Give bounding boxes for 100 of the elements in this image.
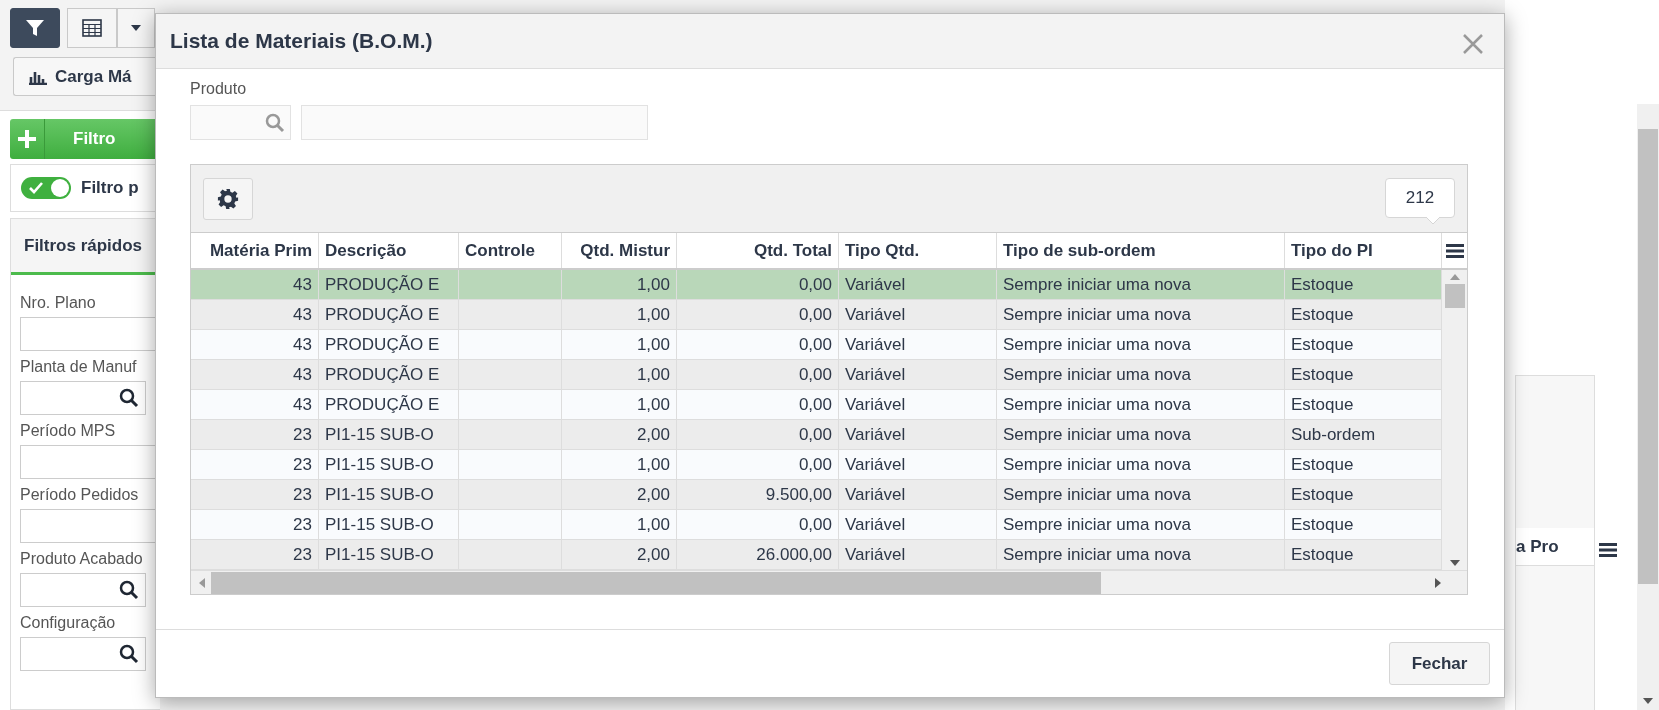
table-cell-text: Sempre iniciar uma nova <box>1003 513 1192 536</box>
table-cell-text: 0,00 <box>798 393 832 416</box>
table-cell-text: 2,00 <box>636 483 670 506</box>
menu-icon[interactable] <box>1445 242 1464 259</box>
table-cell-text: PI1-15 SUB-O <box>325 453 434 476</box>
table-cell-text: 23 <box>293 483 312 506</box>
table-cell-text: 23 <box>293 543 312 566</box>
scroll-right-icon[interactable] <box>1435 577 1441 588</box>
column-header[interactable]: Controle <box>459 233 562 268</box>
table-cell-text: 1,00 <box>636 393 670 416</box>
field-label: Nro. Plano <box>20 293 96 313</box>
table-cell-text: Variável <box>845 543 906 566</box>
input-field[interactable] <box>20 637 146 671</box>
table-cell-text: Estoque <box>1291 393 1354 416</box>
column-header[interactable]: Descrição <box>319 233 459 268</box>
table-cell-text: 2,00 <box>636 543 670 566</box>
field-label: Produto Acabado <box>20 549 143 569</box>
search-icon[interactable] <box>119 388 139 408</box>
table-row[interactable]: 43 PRODUÇÃO E 1,00 0,00 Variável Sempre iniciar uma nova Estoque <box>191 300 1442 330</box>
scroll-up-icon[interactable] <box>1449 274 1460 280</box>
field-label: Planta de Manuf <box>20 357 137 377</box>
table-cell-text: 9.500,00 <box>765 483 832 506</box>
field-label: Configuração <box>20 613 116 633</box>
column-header: a Pro <box>1516 535 1560 558</box>
scrollbar-thumb[interactable] <box>1444 284 1465 308</box>
table-cell-text: Estoque <box>1291 333 1354 356</box>
search-icon[interactable] <box>119 644 139 664</box>
table-cell-text: 1,00 <box>636 363 670 386</box>
table-cell-text: 2,00 <box>636 423 670 446</box>
column-header[interactable]: Qtd. Mistur <box>562 233 677 268</box>
table-cell-text: 43 <box>293 303 312 326</box>
table-cell-text: 0,00 <box>798 513 832 536</box>
table-cell-text: Variável <box>845 513 906 536</box>
filter-button[interactable] <box>10 8 60 48</box>
table-row[interactable]: 23 PI1-15 SUB-O 2,00 26.000,00 Variável Sempre iniciar uma nova Estoque <box>191 540 1442 570</box>
table-cell-text: Variável <box>845 273 906 296</box>
scroll-down-icon[interactable] <box>1643 698 1653 704</box>
table-row[interactable]: 23 PI1-15 SUB-O 1,00 0,00 Variável Sempre iniciar uma nova Estoque <box>191 510 1442 540</box>
table-cell-text: 0,00 <box>798 333 832 356</box>
column-header[interactable]: Tipo de sub-ordem <box>997 233 1285 268</box>
vertical-scrollbar[interactable] <box>1637 104 1659 710</box>
field-label: Produto <box>190 79 247 99</box>
table-cell-text: Sempre iniciar uma nova <box>1003 303 1192 326</box>
table-cell-text: Estoque <box>1291 483 1354 506</box>
table-cell-text: 1,00 <box>636 333 670 356</box>
close-icon <box>1462 33 1484 55</box>
product-name-field[interactable] <box>301 105 648 140</box>
settings-button[interactable] <box>203 177 253 220</box>
table-cell-text: PRODUÇÃO E <box>325 393 440 416</box>
scrollbar-thumb[interactable] <box>211 571 1101 594</box>
input-field[interactable] <box>20 381 146 415</box>
table-cell-text: 43 <box>293 363 312 386</box>
column-header[interactable]: Tipo Qtd. <box>839 233 997 268</box>
caret-icon <box>131 25 141 31</box>
product-code-field[interactable] <box>190 105 291 140</box>
table-cell-text: 0,00 <box>798 363 832 386</box>
table-cell-text: Sempre iniciar uma nova <box>1003 363 1192 386</box>
horizontal-scrollbar[interactable] <box>191 570 1467 594</box>
table-cell-text: PRODUÇÃO E <box>325 333 440 356</box>
table-cell-text: 26.000,00 <box>756 543 832 566</box>
scroll-left-icon[interactable] <box>199 577 205 588</box>
table-cell-text: 1,00 <box>636 273 670 296</box>
table-cell-text: Estoque <box>1291 363 1354 386</box>
table-cell-text: Sempre iniciar uma nova <box>1003 453 1192 476</box>
column-header[interactable]: Qtd. Total <box>677 233 839 268</box>
field-label: Período MPS <box>20 421 116 441</box>
table-row[interactable]: 23 PI1-15 SUB-O 1,00 0,00 Variável Sempre iniciar uma nova Estoque <box>191 450 1442 480</box>
table-cell-text: PI1-15 SUB-O <box>325 543 434 566</box>
table-row[interactable]: 23 PI1-15 SUB-O 2,00 9.500,00 Variável Sempre iniciar uma nova Estoque <box>191 480 1442 510</box>
scroll-down-icon[interactable] <box>1449 560 1460 566</box>
table-cell-text: 23 <box>293 423 312 446</box>
table-cell-text: Sempre iniciar uma nova <box>1003 483 1192 506</box>
table-button[interactable] <box>67 8 117 48</box>
input-field[interactable] <box>20 573 146 607</box>
search-icon[interactable] <box>119 580 139 600</box>
close-button[interactable]: Fechar <box>1389 642 1490 685</box>
table-row[interactable]: 43 PRODUÇÃO E 1,00 0,00 Variável Sempre iniciar uma nova Estoque <box>191 360 1442 390</box>
dialog-title: Lista de Materiais (B.O.M.) <box>170 28 433 54</box>
table-cell-text: PRODUÇÃO E <box>325 303 440 326</box>
table-cell-text: PI1-15 SUB-O <box>325 423 434 446</box>
table-cell-text: Variável <box>845 333 906 356</box>
table-cell-text: 0,00 <box>798 303 832 326</box>
table-cell-text: 1,00 <box>636 303 670 326</box>
scrollbar-thumb[interactable] <box>1638 129 1658 584</box>
table-row[interactable]: 43 PRODUÇÃO E 1,00 0,00 Variável Sempre iniciar uma nova Estoque <box>191 330 1442 360</box>
table-cell-text: Variável <box>845 453 906 476</box>
column-header[interactable]: Matéria Prim <box>191 233 319 268</box>
table-cell-text: PI1-15 SUB-O <box>325 483 434 506</box>
menu-icon[interactable] <box>1599 542 1617 558</box>
table-cell-text: 43 <box>293 333 312 356</box>
table-cell-text: Sempre iniciar uma nova <box>1003 543 1192 566</box>
table-row[interactable]: 23 PI1-15 SUB-O 2,00 0,00 Variável Sempre iniciar uma nova Sub-ordem <box>191 420 1442 450</box>
plus-icon <box>18 130 36 148</box>
table-row[interactable]: 43 PRODUÇÃO E 1,00 0,00 Variável Sempre iniciar uma nova Estoque <box>191 390 1442 420</box>
table-cell-text: Variável <box>845 363 906 386</box>
table-icon <box>82 19 102 37</box>
table-cell-text: Sempre iniciar uma nova <box>1003 423 1192 446</box>
toggle-switch[interactable] <box>21 177 71 199</box>
table-cell-text: Variável <box>845 303 906 326</box>
table-row[interactable]: 43 PRODUÇÃO E 1,00 0,00 Variável Sempre iniciar uma nova Estoque <box>191 270 1442 300</box>
